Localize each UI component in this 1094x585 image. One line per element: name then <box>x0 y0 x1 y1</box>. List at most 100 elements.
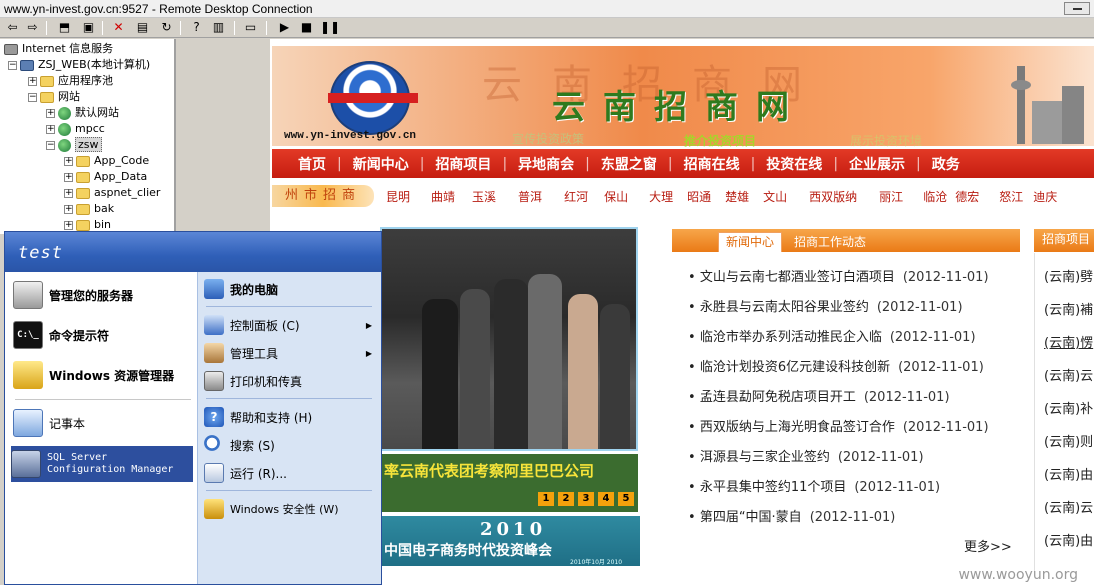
search-item[interactable]: 搜索 (S) <box>204 433 376 457</box>
city-link[interactable]: 保山 <box>604 188 628 205</box>
expand-icon[interactable]: + <box>64 204 73 214</box>
city-link[interactable]: 楚雄 <box>725 188 749 205</box>
tree-root[interactable]: Internet 信息服务 <box>4 41 113 57</box>
expand-icon[interactable]: + <box>46 108 55 118</box>
admin-tools-item[interactable]: 管理工具 ▶ <box>204 341 376 365</box>
refresh-icon[interactable]: ↻ <box>158 20 175 35</box>
pause-icon[interactable]: ❚❚ <box>320 20 340 35</box>
city-link[interactable]: 西双版纳 <box>809 188 857 205</box>
pager-button[interactable]: 1 <box>538 492 554 506</box>
tree-app-pools[interactable]: + 应用程序池 <box>28 73 113 89</box>
city-link[interactable]: 昭通 <box>687 188 711 205</box>
forward-arrow-icon[interactable]: ⇨ <box>24 20 41 35</box>
stop-icon[interactable]: ■ <box>298 20 315 35</box>
run-item[interactable]: 运行 (R)... <box>204 461 376 485</box>
city-link[interactable]: 大理 <box>649 188 673 205</box>
news-item[interactable]: • 第四届“中国·蒙自 (2012-11-01) <box>688 506 895 525</box>
tree-websites[interactable]: − 网站 <box>28 89 80 105</box>
nav-item[interactable]: 东盟之窗 <box>601 154 657 174</box>
city-link[interactable]: 丽江 <box>879 188 903 205</box>
tree-child[interactable]: + App_Data <box>64 169 147 185</box>
more-link[interactable]: 更多>> <box>964 536 1012 555</box>
city-link[interactable]: 玉溪 <box>472 188 496 205</box>
news-item[interactable]: • 洱源县与三家企业签约 (2012-11-01) <box>688 446 924 465</box>
tree-server[interactable]: − ZSJ_WEB(本地计算机) <box>8 57 150 73</box>
collapse-icon[interactable]: − <box>46 140 55 150</box>
computer-icon[interactable]: ▭ <box>242 20 259 35</box>
windows-security-item[interactable]: Windows 安全性 (W) <box>204 497 376 521</box>
project-item[interactable]: (云南)补 <box>1044 398 1094 417</box>
nav-item[interactable]: 招商在线 <box>684 154 740 174</box>
expand-icon[interactable]: + <box>64 156 73 166</box>
help-icon[interactable]: ? <box>188 20 205 35</box>
tree-child[interactable]: + bak <box>64 201 114 217</box>
project-item[interactable]: (云南)劈 <box>1044 266 1094 285</box>
properties-icon[interactable]: ▤ <box>134 20 151 35</box>
news-item[interactable]: • 文山与云南七都酒业签订白酒项目 (2012-11-01) <box>688 266 989 285</box>
news-photo[interactable] <box>380 227 638 451</box>
city-link[interactable]: 红河 <box>564 188 588 205</box>
summit-ad-banner[interactable]: 2010 中国电子商务时代投资峰会 2010年10月 2010 <box>380 516 640 566</box>
news-item[interactable]: • 临沧计划投资6亿元建设科技创新 (2012-11-01) <box>688 356 984 375</box>
city-link[interactable]: 德宏 <box>955 188 979 205</box>
city-link[interactable]: 临沧 <box>923 188 947 205</box>
tree-default-site[interactable]: + 默认网站 <box>46 105 119 121</box>
expand-icon[interactable]: + <box>28 76 37 86</box>
notepad-item[interactable]: 记事本 <box>13 408 85 438</box>
news-item[interactable]: • 永胜县与云南太阳谷果业签约 (2012-11-01) <box>688 296 963 315</box>
news-item[interactable]: • 临沧市举办系列活动推民企入临 (2012-11-01) <box>688 326 976 345</box>
nav-item[interactable]: 投资在线 <box>766 154 822 174</box>
city-link[interactable]: 普洱 <box>518 188 542 205</box>
sql-config-manager-item[interactable]: SQL Server Configuration Manager <box>11 446 193 482</box>
back-arrow-icon[interactable]: ⇦ <box>4 20 21 35</box>
nav-item[interactable]: 企业展示 <box>849 154 905 174</box>
site-logo-icon[interactable] <box>328 61 418 135</box>
pager-button[interactable]: 4 <box>598 492 614 506</box>
nav-item[interactable]: 首页 <box>298 154 326 174</box>
pager-button[interactable]: 2 <box>558 492 574 506</box>
show-tree-icon[interactable]: ▣ <box>80 20 97 35</box>
expand-icon[interactable]: + <box>64 220 73 230</box>
nav-item[interactable]: 新闻中心 <box>353 154 409 174</box>
project-item[interactable]: (云南)愣 <box>1044 332 1094 351</box>
news-item[interactable]: • 西双版纳与上海光明食品签订合作 (2012-11-01) <box>688 416 989 435</box>
pager-button[interactable]: 3 <box>578 492 594 506</box>
expand-icon[interactable]: + <box>64 172 73 182</box>
nav-item[interactable]: 招商项目 <box>435 154 491 174</box>
printers-item[interactable]: 打印机和传真 <box>204 369 376 393</box>
help-support-item[interactable]: ? 帮助和支持 (H) <box>204 405 376 429</box>
city-link[interactable]: 迪庆 <box>1033 188 1057 205</box>
projects-header[interactable]: 招商项目 <box>1034 229 1094 252</box>
tree-child[interactable]: + App_Code <box>64 153 149 169</box>
tab-investment-news[interactable]: 招商工作动态 <box>794 233 866 250</box>
tree-child[interactable]: + aspnet_clier <box>64 185 160 201</box>
my-computer-item[interactable]: 我的电脑 <box>204 277 376 301</box>
news-item[interactable]: • 孟连县勐阿免税店项目开工 (2012-11-01) <box>688 386 950 405</box>
expand-icon[interactable]: + <box>64 188 73 198</box>
city-link[interactable]: 曲靖 <box>431 188 455 205</box>
project-item[interactable]: (云南)由 <box>1044 530 1094 549</box>
collapse-icon[interactable]: − <box>28 92 37 102</box>
delete-icon[interactable]: ✕ <box>110 20 127 35</box>
mmc-view-icon[interactable]: ▥ <box>210 20 227 35</box>
minimize-button[interactable] <box>1064 2 1090 15</box>
pager-button[interactable]: 5 <box>618 492 634 506</box>
tree-zsw[interactable]: − zsw <box>46 137 102 153</box>
nav-item[interactable]: 异地商会 <box>518 154 574 174</box>
project-item[interactable]: (云南)由 <box>1044 464 1094 483</box>
manage-server-item[interactable]: 管理您的服务器 <box>13 280 133 310</box>
command-prompt-item[interactable]: C:\_ 命令提示符 <box>13 320 109 350</box>
project-item[interactable]: (云南)云 <box>1044 497 1094 516</box>
city-link[interactable]: 文山 <box>763 188 787 205</box>
photo-caption[interactable]: 率云南代表团考察阿里巴巴公司 <box>384 460 594 481</box>
tab-news-center[interactable]: 新闻中心 <box>718 232 783 252</box>
news-item[interactable]: • 永平县集中签约11个项目 (2012-11-01) <box>688 476 940 495</box>
city-link[interactable]: 怒江 <box>999 188 1023 205</box>
city-link[interactable]: 昆明 <box>386 188 410 205</box>
project-item[interactable]: (云南)云 <box>1044 365 1094 384</box>
project-item[interactable]: (云南)補 <box>1044 299 1094 318</box>
tree-mpcc[interactable]: + mpcc <box>46 121 105 137</box>
collapse-icon[interactable]: − <box>8 60 17 70</box>
windows-explorer-item[interactable]: Windows 资源管理器 <box>13 360 174 390</box>
up-folder-icon[interactable]: ⬒ <box>56 20 73 35</box>
